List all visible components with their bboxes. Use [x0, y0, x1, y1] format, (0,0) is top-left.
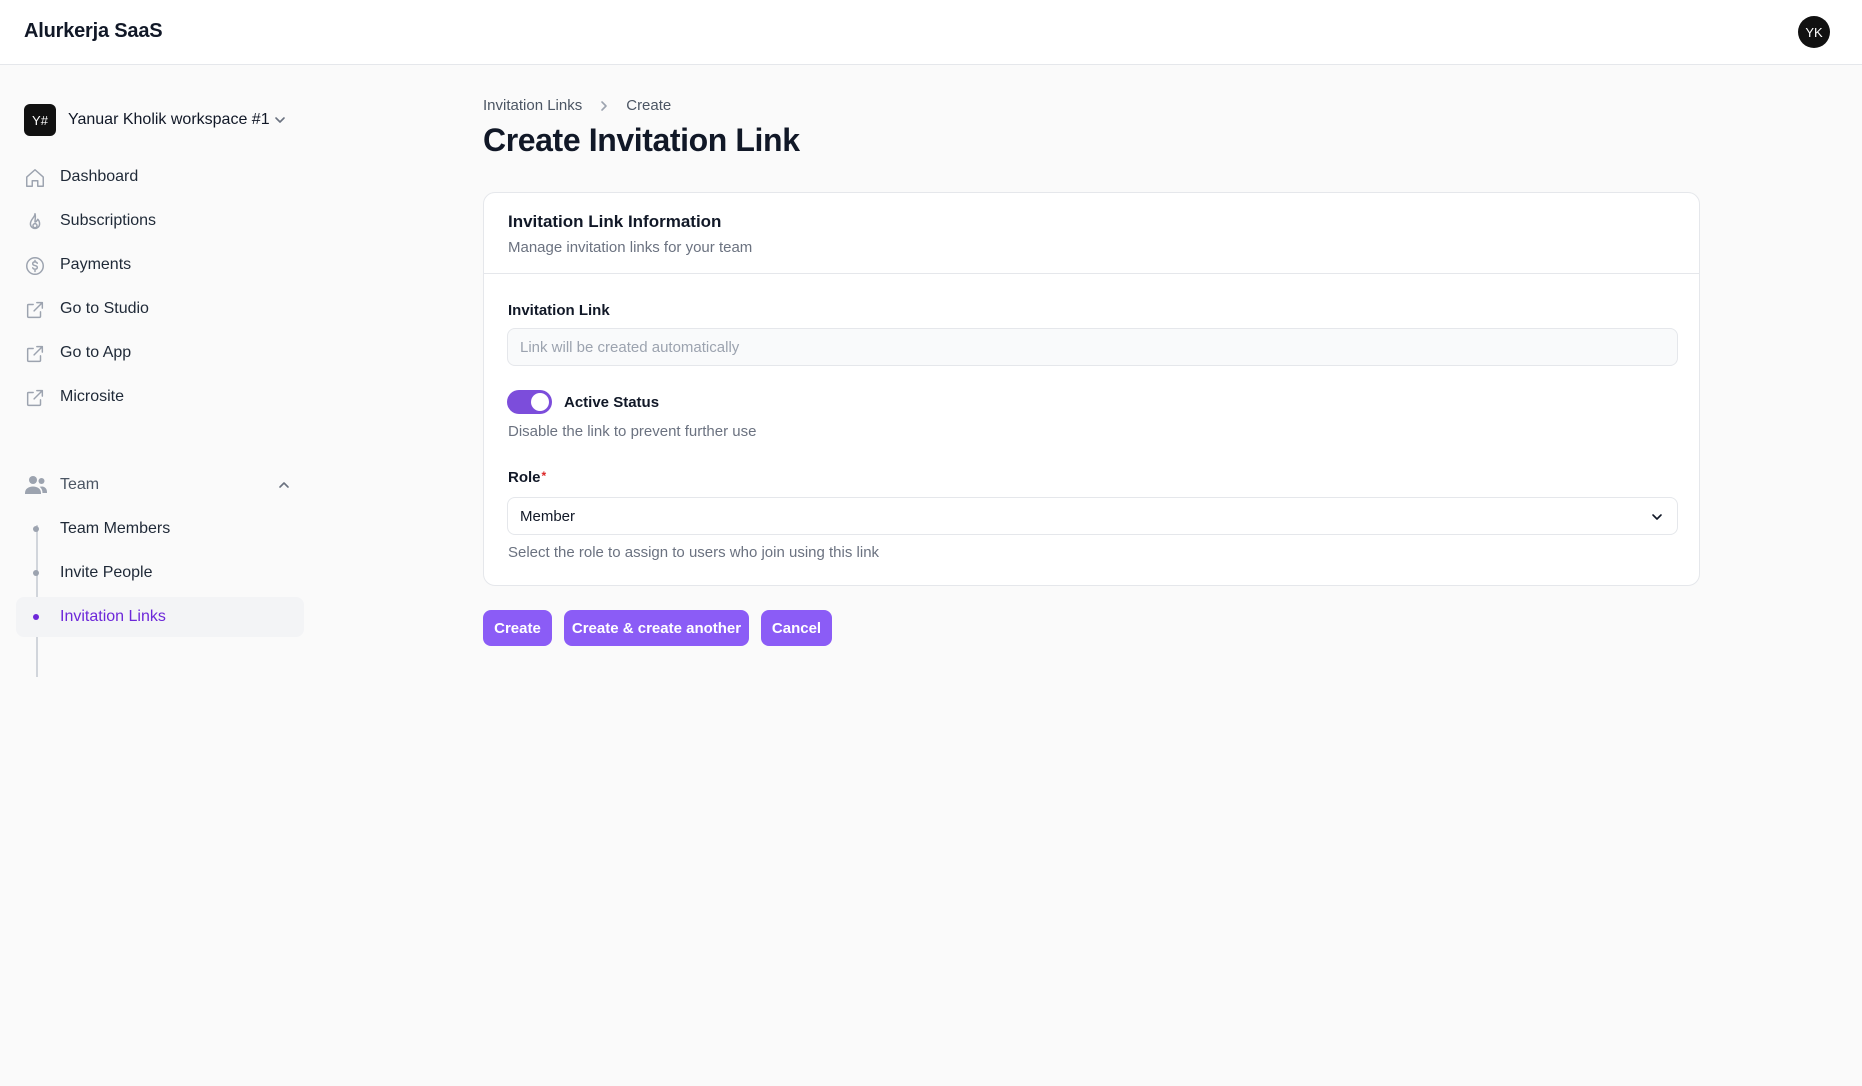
role-select[interactable]: Member: [507, 497, 1678, 535]
sidebar-group-label: Team: [60, 476, 100, 493]
home-icon: [26, 169, 44, 187]
sidebar-group-team[interactable]: Team: [16, 465, 304, 505]
sidebar-item-go-to-app[interactable]: Go to App: [16, 333, 304, 373]
users-icon: [25, 476, 47, 494]
role-label-text: Role: [508, 469, 541, 486]
external-link-icon: [26, 389, 44, 407]
app-title[interactable]: Alurkerja SaaS: [24, 20, 163, 43]
bullet-dot: [33, 614, 39, 620]
bullet-dot: [33, 570, 39, 576]
sidebar-item-label: Invitation Links: [60, 608, 166, 625]
toggle-knob: [531, 393, 549, 411]
breadcrumb-current: Create: [626, 97, 672, 114]
sidebar-item-invitation-links[interactable]: Invitation Links: [16, 597, 304, 637]
invitation-link-input[interactable]: [507, 328, 1678, 366]
sidebar-item-go-to-studio[interactable]: Go to Studio: [16, 289, 304, 329]
sidebar-item-label: Go to Studio: [60, 300, 149, 317]
active-status-help: Disable the link to prevent further use: [508, 423, 757, 440]
sidebar-item-label: Team Members: [60, 520, 171, 537]
workspace-avatar: Y#: [24, 104, 56, 136]
sidebar-item-label: Microsite: [60, 388, 125, 405]
chevron-up-icon: [279, 482, 289, 488]
bullet-dot: [33, 526, 39, 532]
top-bar: Alurkerja SaaS YK: [0, 0, 1862, 65]
required-marker: *: [541, 469, 547, 483]
invitation-link-label: Invitation Link: [508, 302, 610, 319]
sidebar-item-subscriptions[interactable]: Subscriptions: [16, 201, 304, 241]
sidebar-item-payments[interactable]: Payments: [16, 245, 304, 285]
page-title: Create Invitation Link: [483, 122, 800, 158]
cancel-button[interactable]: Cancel: [761, 610, 832, 646]
role-label: Role*: [508, 469, 546, 486]
workspace-name: Yanuar Kholik workspace #1: [68, 111, 270, 128]
card-title: Invitation Link Information: [508, 212, 722, 231]
chevron-down-icon: [275, 117, 285, 123]
sidebar-item-invite-people[interactable]: Invite People: [16, 553, 304, 593]
user-avatar[interactable]: YK: [1798, 16, 1830, 48]
active-status-label: Active Status: [564, 394, 660, 411]
sidebar-item-dashboard[interactable]: Dashboard: [16, 157, 304, 197]
sidebar-item-label: Payments: [60, 256, 132, 273]
external-link-icon: [26, 345, 44, 363]
sidebar-item-team-members[interactable]: Team Members: [16, 509, 304, 549]
breadcrumb: Invitation Links Create: [483, 97, 671, 114]
card-header: Invitation Link Information Manage invit…: [484, 193, 1699, 274]
card-subtitle: Manage invitation links for your team: [508, 239, 753, 256]
fire-icon: [29, 213, 41, 230]
sidebar-item-label: Go to App: [60, 344, 132, 361]
sidebar-item-label: Dashboard: [60, 168, 139, 185]
sidebar: Y# Yanuar Kholik workspace #1 Dashboard …: [0, 65, 320, 1086]
form-card: Invitation Link Information Manage invit…: [483, 192, 1700, 586]
chevron-down-icon: [1652, 514, 1662, 520]
role-select-value: Member: [520, 508, 576, 525]
create-button[interactable]: Create: [483, 610, 552, 646]
role-help: Select the role to assign to users who j…: [508, 544, 880, 561]
chevron-right-icon: [601, 100, 608, 111]
sidebar-item-microsite[interactable]: Microsite: [16, 377, 304, 417]
create-and-create-another-button[interactable]: Create & create another: [564, 610, 749, 646]
workspace-switcher[interactable]: Y# Yanuar Kholik workspace #1: [24, 103, 296, 137]
breadcrumb-link-invitation-links[interactable]: Invitation Links: [483, 97, 582, 114]
sidebar-item-label: Subscriptions: [60, 212, 157, 229]
sidebar-item-label: Invite People: [60, 564, 153, 581]
external-link-icon: [26, 301, 44, 319]
dollar-circle-icon: [26, 257, 44, 275]
active-status-toggle[interactable]: [507, 390, 552, 414]
